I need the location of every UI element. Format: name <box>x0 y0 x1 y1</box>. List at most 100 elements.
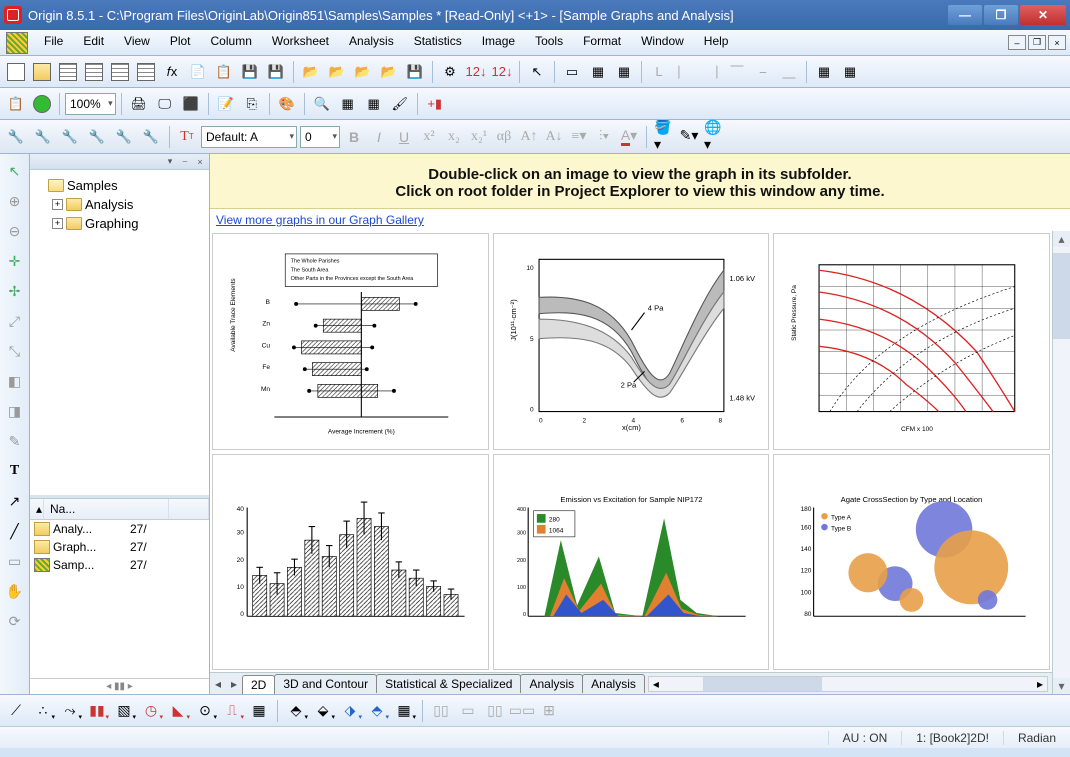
layer-button[interactable]: ▦ <box>362 92 386 116</box>
region-tool[interactable]: ◧ <box>4 370 26 392</box>
slideshow-button[interactable]: 🖵 <box>153 92 177 116</box>
menu-window[interactable]: Window <box>631 30 694 55</box>
menu-plot[interactable]: Plot <box>160 30 201 55</box>
menu-analysis[interactable]: Analysis <box>339 30 404 55</box>
menu-tools[interactable]: Tools <box>525 30 573 55</box>
zoom-in-tool[interactable]: ⊕ <box>4 190 26 212</box>
new-matrix-button[interactable] <box>134 60 158 84</box>
rotate-tool[interactable]: ⟳ <box>4 610 26 632</box>
3d-bars-button[interactable]: ⬗▾ <box>338 700 362 722</box>
new-project-button[interactable] <box>4 60 28 84</box>
list-item[interactable]: Graph... 27/ <box>30 538 209 556</box>
import-wizard-button[interactable]: 📂 <box>325 60 349 84</box>
tab-3d[interactable]: 3D and Contour <box>274 674 377 693</box>
menu-help[interactable]: Help <box>694 30 739 55</box>
zoom-out-tool[interactable]: ⊖ <box>4 220 26 242</box>
pe-dropdown-button[interactable]: ▾ <box>163 156 177 168</box>
maximize-button[interactable]: ❐ <box>984 5 1018 25</box>
format-tool-6[interactable]: 🔧 <box>139 125 163 149</box>
refresh-button[interactable]: 📝 <box>214 92 238 116</box>
axis-button[interactable]: ▦ <box>336 92 360 116</box>
recalculate-button[interactable]: 12↓ <box>464 60 488 84</box>
globe-button[interactable]: 🌐▾ <box>703 126 725 148</box>
line-spacing-button[interactable]: ⫶▾ <box>593 126 615 148</box>
mdi-close-button[interactable]: × <box>1048 35 1066 50</box>
graph-thumb-1[interactable]: The Whole Parishes The South Area Other … <box>212 233 489 450</box>
worksheet-icon[interactable] <box>6 32 28 54</box>
ungroup-button[interactable]: ▦ <box>838 60 862 84</box>
mask-tool[interactable]: ◨ <box>4 400 26 422</box>
list-header[interactable]: ▴ Na... <box>30 499 209 520</box>
tab-analysis1[interactable]: Analysis <box>520 674 583 693</box>
superscript-button[interactable]: x² <box>418 126 440 148</box>
graph-thumb-5[interactable]: Emission vs Excitation for Sample NIP172… <box>493 454 770 671</box>
graph-thumb-2[interactable]: 1.06 kV 1.48 kV 4 Pa 2 Pa x(cm) J(10¹¹·c… <box>493 233 770 450</box>
recalc-auto-button[interactable]: 12↓ <box>490 60 514 84</box>
line-color-button[interactable]: ✎▾ <box>678 126 700 148</box>
panel-button-5[interactable]: ⊞ <box>537 700 561 722</box>
brush-button[interactable]: 🖌 <box>388 92 412 116</box>
tab-2d[interactable]: 2D <box>242 675 275 695</box>
theme-button[interactable]: 🎨 <box>275 92 299 116</box>
list-header-name[interactable]: Na... <box>44 499 169 519</box>
menu-statistics[interactable]: Statistics <box>404 30 472 55</box>
pe-close-button[interactable]: × <box>193 156 207 168</box>
open-template-button[interactable]: 📂 <box>299 60 323 84</box>
rescale-tool[interactable]: ✛ <box>4 250 26 272</box>
panel-button-1[interactable]: ▯▯ <box>429 700 453 722</box>
tab-hscroll[interactable]: ◂▸ <box>648 676 1048 692</box>
graph-thumb-4[interactable]: 010203040 <box>212 454 489 671</box>
align-right-button[interactable]: ⎹ <box>699 60 723 84</box>
template-plot-button[interactable]: ▦ <box>247 700 271 722</box>
search-button[interactable]: 🔍 <box>310 92 334 116</box>
align-center-button[interactable]: ⎸ <box>673 60 697 84</box>
graph-thumb-6[interactable]: Agate CrossSection by Type and Location … <box>773 454 1050 671</box>
tab-nav-next[interactable]: ▸ <box>226 675 242 693</box>
pan-tool[interactable]: ✋ <box>4 580 26 602</box>
menu-edit[interactable]: Edit <box>73 30 114 55</box>
new-function-button[interactable]: 𝑓x <box>160 60 184 84</box>
menu-view[interactable]: View <box>114 30 160 55</box>
align-middle-button[interactable]: ⎯ <box>751 60 775 84</box>
line-tool[interactable]: ╱ <box>4 520 26 542</box>
data-reader-tool[interactable]: ⤢ <box>4 310 26 332</box>
3d-wire-button[interactable]: ⬘▾ <box>284 700 308 722</box>
minimize-button[interactable]: — <box>948 5 982 25</box>
line-scatter-button[interactable]: ⤳▾ <box>58 700 82 722</box>
format-tool-4[interactable]: 🔧 <box>85 125 109 149</box>
tree-root[interactable]: Samples <box>34 176 205 195</box>
import-ascii-button[interactable]: 📂 <box>351 60 375 84</box>
text-tool[interactable]: T <box>4 460 26 482</box>
font-name-combo[interactable]: Default: A <box>201 126 297 148</box>
menu-image[interactable]: Image <box>472 30 525 55</box>
pointer-tool[interactable]: ↖ <box>4 160 26 182</box>
zoom-combo[interactable]: 100% <box>65 93 116 115</box>
underline-button[interactable]: U <box>393 126 415 148</box>
list-item[interactable]: Samp... 27/ <box>30 556 209 574</box>
format-tool-3[interactable]: 🔧 <box>58 125 82 149</box>
add-column-button[interactable]: +▮ <box>423 92 447 116</box>
column-plot-button[interactable]: ▮▮▾ <box>85 700 109 722</box>
add-arrow-button[interactable]: ↖ <box>525 60 549 84</box>
save-button[interactable]: 💾 <box>238 60 262 84</box>
draw-data-tool[interactable]: ✎ <box>4 430 26 452</box>
format-tool-5[interactable]: 🔧 <box>112 125 136 149</box>
layout-1-button[interactable]: ▭ <box>560 60 584 84</box>
duplicate-button[interactable]: ⎘ <box>240 92 264 116</box>
italic-button[interactable]: I <box>368 126 390 148</box>
tree-item-analysis[interactable]: + Analysis <box>34 195 205 214</box>
layout-2-button[interactable]: ▦ <box>586 60 610 84</box>
area-plot-button[interactable]: ◣▾ <box>166 700 190 722</box>
new-graph-button[interactable] <box>108 60 132 84</box>
image-plot-button[interactable]: ▦▾ <box>392 700 416 722</box>
decrease-font-button[interactable]: A↓ <box>543 126 565 148</box>
greek-button[interactable]: αβ <box>493 126 515 148</box>
panel-button-4[interactable]: ▭▭ <box>510 700 534 722</box>
list-hscroll[interactable]: ◂ ▮▮ ▸ <box>30 678 209 694</box>
pie-plot-button[interactable]: ◷▾ <box>139 700 163 722</box>
arrow-tool[interactable]: ↗ <box>4 490 26 512</box>
subscript-button[interactable]: x₂ <box>443 126 465 148</box>
expander-icon[interactable]: + <box>52 199 63 210</box>
mdi-minimize-button[interactable]: – <box>1008 35 1026 50</box>
text-align-button[interactable]: ≡▾ <box>568 126 590 148</box>
